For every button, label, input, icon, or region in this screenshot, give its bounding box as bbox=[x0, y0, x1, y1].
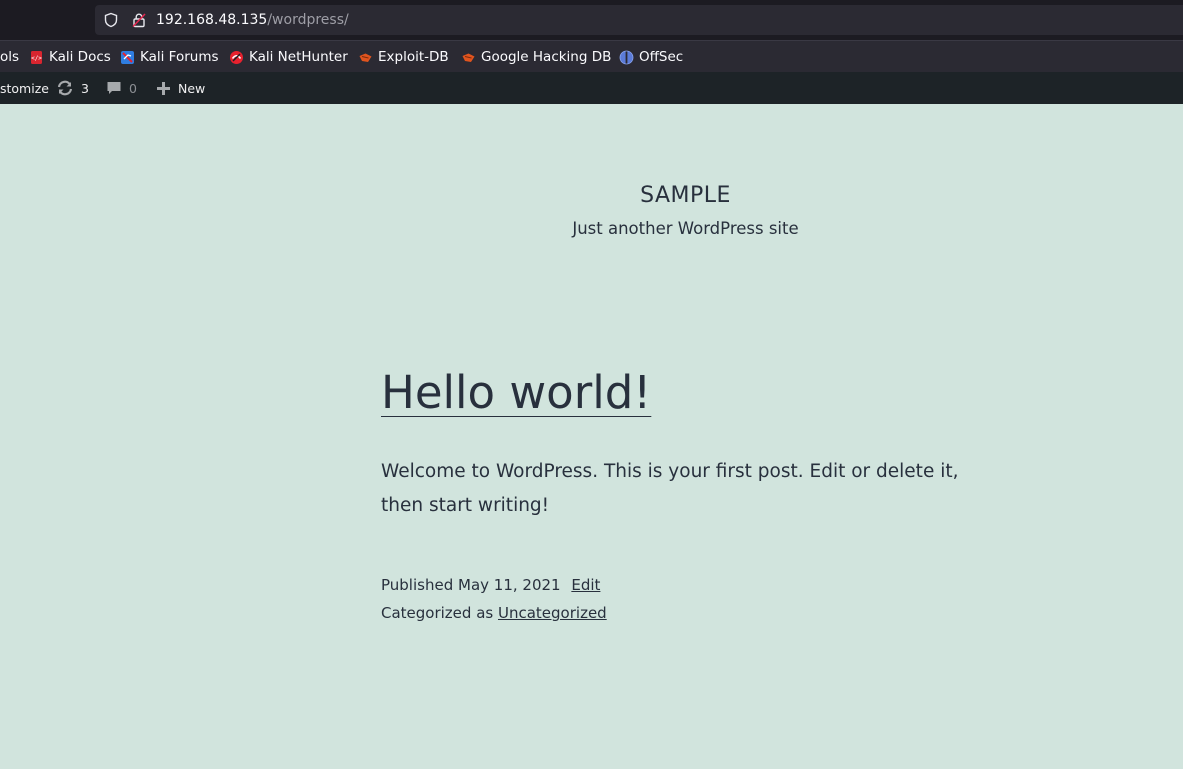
bookmark-google-hacking-db[interactable]: Google Hacking DB bbox=[461, 49, 611, 65]
wp-admin-bar: stomize 3 0 New bbox=[0, 72, 1183, 104]
svg-text:</>: </> bbox=[31, 55, 42, 62]
updates-count: 3 bbox=[81, 80, 89, 96]
bookmark-offsec[interactable]: OffSec bbox=[619, 49, 683, 65]
bookmark-kali-docs[interactable]: </> Kali Docs bbox=[29, 49, 111, 65]
kali-docs-icon: </> bbox=[31, 50, 42, 64]
post-meta-published: Published May 11, 2021 Edit bbox=[381, 575, 600, 595]
url-host: 192.168.48.135 bbox=[156, 12, 268, 28]
bookmark-tools[interactable]: ols bbox=[0, 49, 19, 65]
url-text[interactable]: 192.168.48.135/wordpress/ bbox=[156, 12, 349, 28]
site-description: Just another WordPress site bbox=[572, 219, 799, 238]
bookmark-exploit-db[interactable]: Exploit-DB bbox=[358, 49, 449, 65]
new-content-link[interactable]: New bbox=[156, 72, 205, 104]
offsec-icon bbox=[619, 50, 634, 64]
bookmark-label: Exploit-DB bbox=[378, 49, 449, 65]
updates-link[interactable]: 3 bbox=[56, 72, 89, 104]
post-content: Welcome to WordPress. This is your first… bbox=[381, 461, 959, 516]
published-prefix: Published bbox=[381, 576, 454, 594]
comments-link[interactable]: 0 bbox=[106, 72, 137, 104]
site-title[interactable]: SAMPLE bbox=[0, 182, 1183, 210]
category-link[interactable]: Uncategorized bbox=[498, 604, 607, 622]
bookmark-label: Kali Docs bbox=[49, 49, 111, 65]
kali-nethunter-icon bbox=[230, 50, 243, 64]
comments-count: 0 bbox=[129, 80, 137, 96]
post-title-link[interactable]: Hello world! bbox=[381, 364, 651, 422]
url-bar[interactable]: 192.168.48.135/wordpress/ bbox=[95, 5, 1183, 35]
url-path: /wordpress/ bbox=[267, 12, 349, 28]
bookmark-label: Google Hacking DB bbox=[481, 49, 612, 65]
bookmarks-toolbar: ols </> Kali Docs Kali Forums Kali NetHu… bbox=[0, 40, 1183, 72]
bookmark-label: OffSec bbox=[639, 49, 684, 65]
bookmark-label: Kali Forums bbox=[140, 49, 219, 65]
exploit-db-icon bbox=[359, 53, 372, 62]
new-label: New bbox=[178, 80, 206, 96]
categorized-prefix: Categorized as bbox=[381, 604, 494, 622]
bookmark-label: ols bbox=[0, 49, 20, 65]
plus-icon bbox=[157, 81, 170, 95]
updates-icon bbox=[57, 80, 73, 96]
insecure-lock-icon[interactable] bbox=[131, 12, 147, 28]
bookmark-label: Kali NetHunter bbox=[249, 49, 348, 65]
kali-forums-icon bbox=[121, 50, 134, 64]
edit-link[interactable]: Edit bbox=[571, 576, 600, 594]
customize-link[interactable]: stomize bbox=[0, 72, 49, 104]
bookmark-kali-forums[interactable]: Kali Forums bbox=[120, 49, 219, 65]
customize-label: stomize bbox=[0, 80, 49, 96]
comments-icon bbox=[107, 82, 121, 94]
browser-toolbar: 192.168.48.135/wordpress/ bbox=[0, 0, 1183, 40]
bookmark-kali-nethunter[interactable]: Kali NetHunter bbox=[229, 49, 348, 65]
ghdb-icon bbox=[462, 53, 475, 62]
post-date: May 11, 2021 bbox=[458, 576, 561, 594]
post-meta-category: Categorized as Uncategorized bbox=[381, 603, 607, 623]
shield-icon[interactable] bbox=[103, 12, 119, 28]
